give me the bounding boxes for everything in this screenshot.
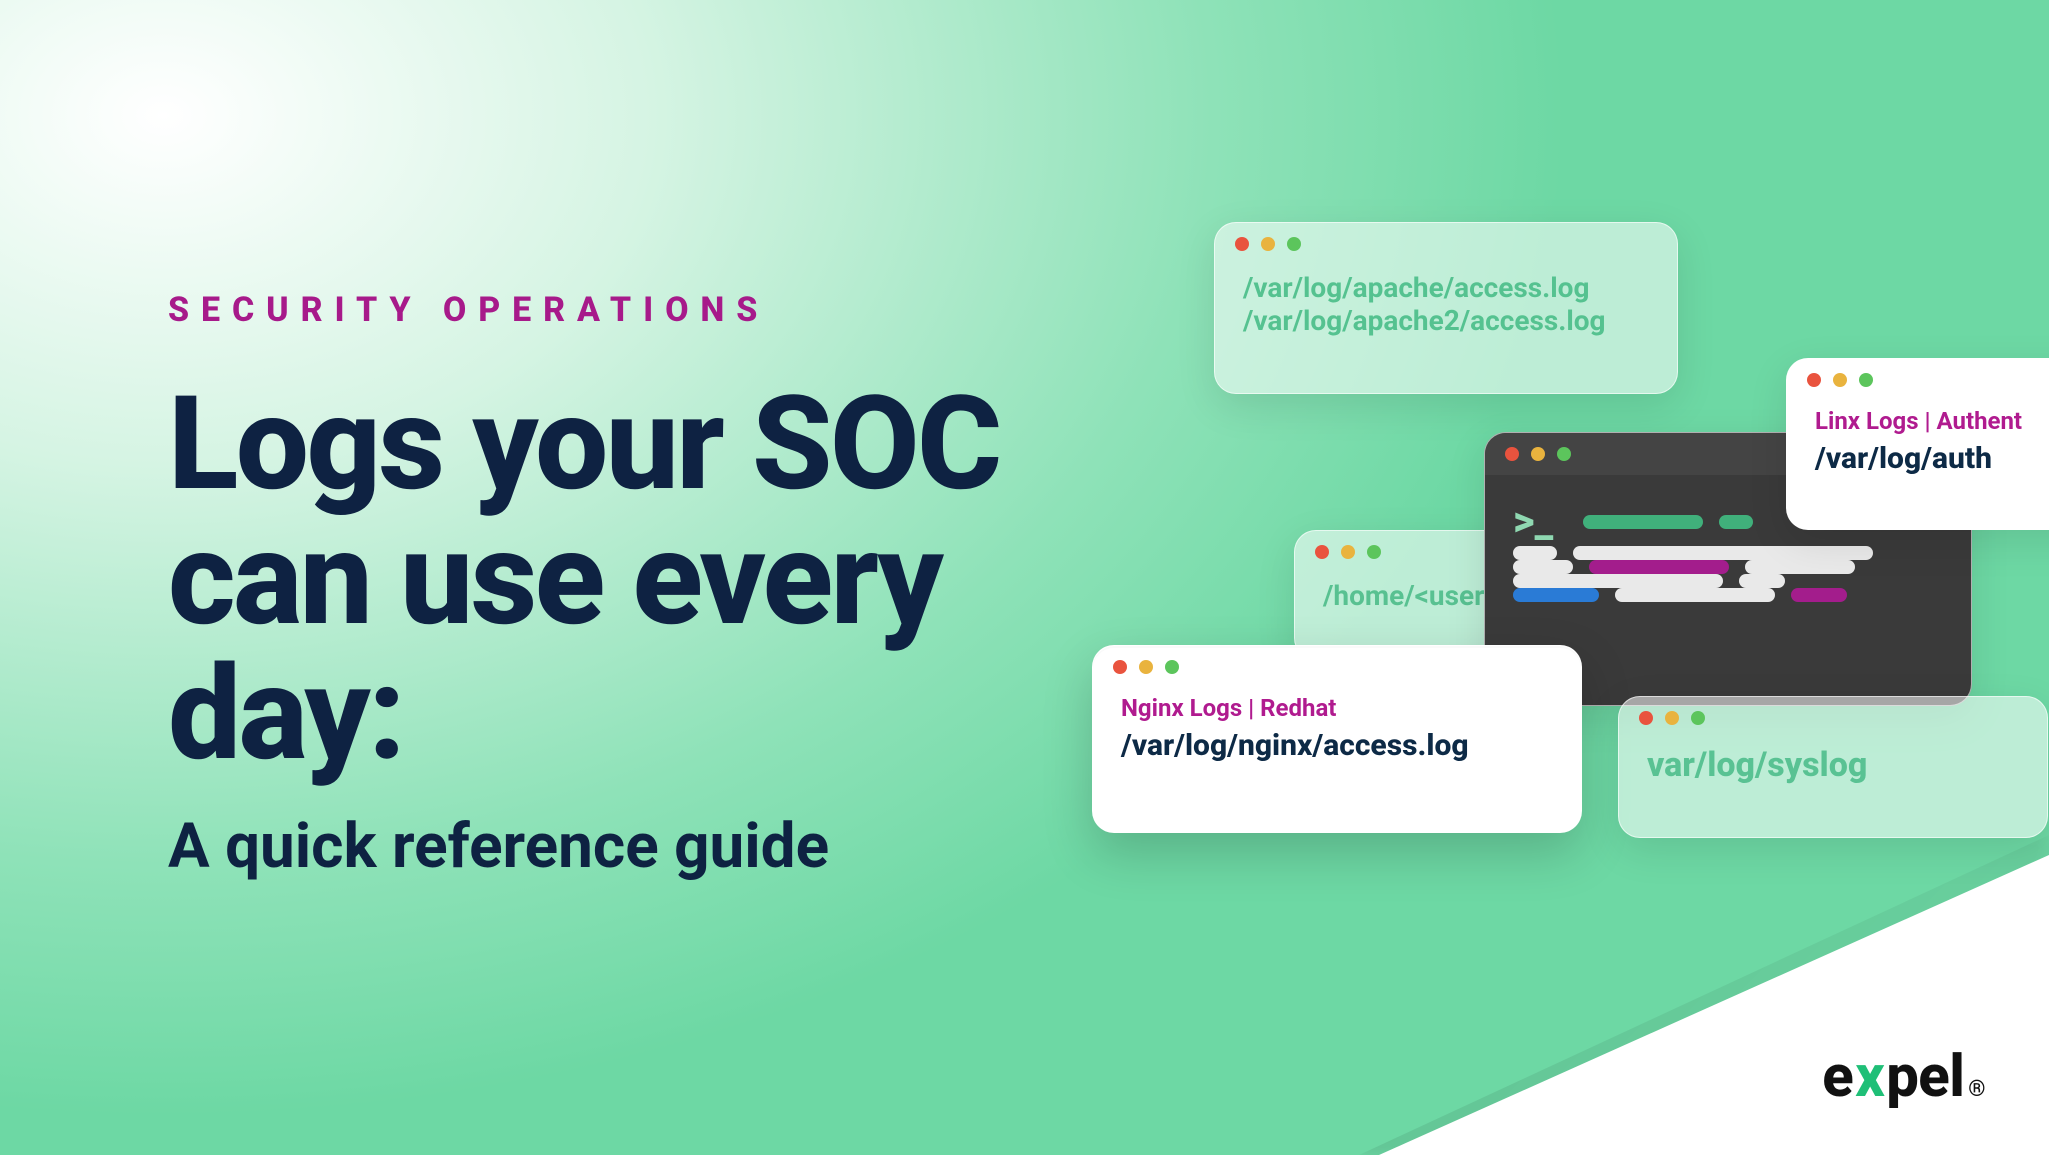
- subtitle: A quick reference guide: [168, 810, 1068, 883]
- close-icon: [1639, 711, 1653, 725]
- window-titlebar: [1093, 646, 1581, 688]
- zoom-icon: [1859, 373, 1873, 387]
- main-title: Logs your SOC can use every day:: [168, 376, 1068, 782]
- prompt-icon: >_: [1513, 497, 1553, 546]
- window-titlebar: [1619, 697, 2047, 739]
- log-path: /var/log/auth: [1815, 441, 2049, 476]
- log-path: /var/log/apache/access.log: [1243, 271, 1649, 304]
- log-path: /var/log/apache2/access.log: [1243, 304, 1649, 337]
- registered-mark-icon: ®: [1968, 1077, 1985, 1102]
- headline-block: SECURITY OPERATIONS Logs your SOC can us…: [168, 290, 1068, 883]
- brand-logo: e x pel ®: [1822, 1043, 1985, 1111]
- zoom-icon: [1165, 660, 1179, 674]
- window-linx: Linx Logs | Authent /var/log/auth: [1786, 358, 2049, 530]
- window-titlebar: [1215, 223, 1677, 265]
- close-icon: [1113, 660, 1127, 674]
- close-icon: [1315, 545, 1329, 559]
- window-caption: Nginx Logs | Redhat: [1121, 694, 1553, 722]
- zoom-icon: [1287, 237, 1301, 251]
- logo-text: e: [1822, 1043, 1853, 1111]
- minimize-icon: [1341, 545, 1355, 559]
- window-apache: /var/log/apache/access.log /var/log/apac…: [1214, 222, 1678, 394]
- window-caption: Linx Logs | Authent: [1815, 407, 2049, 435]
- hero-banner: SECURITY OPERATIONS Logs your SOC can us…: [0, 0, 2049, 1155]
- minimize-icon: [1531, 447, 1545, 461]
- minimize-icon: [1833, 373, 1847, 387]
- logo-text: pel: [1886, 1043, 1964, 1111]
- window-nginx: Nginx Logs | Redhat /var/log/nginx/acces…: [1092, 645, 1582, 833]
- close-icon: [1235, 237, 1249, 251]
- minimize-icon: [1665, 711, 1679, 725]
- log-path: /var/log/nginx/access.log: [1121, 728, 1553, 763]
- zoom-icon: [1367, 545, 1381, 559]
- minimize-icon: [1139, 660, 1153, 674]
- minimize-icon: [1261, 237, 1275, 251]
- window-titlebar: [1787, 359, 2049, 401]
- close-icon: [1807, 373, 1821, 387]
- zoom-icon: [1557, 447, 1571, 461]
- zoom-icon: [1691, 711, 1705, 725]
- eyebrow-label: SECURITY OPERATIONS: [168, 290, 1068, 330]
- close-icon: [1505, 447, 1519, 461]
- log-path: var/log/syslog: [1647, 745, 2019, 785]
- window-syslog: var/log/syslog: [1618, 696, 2048, 838]
- logo-accent: x: [1853, 1043, 1886, 1111]
